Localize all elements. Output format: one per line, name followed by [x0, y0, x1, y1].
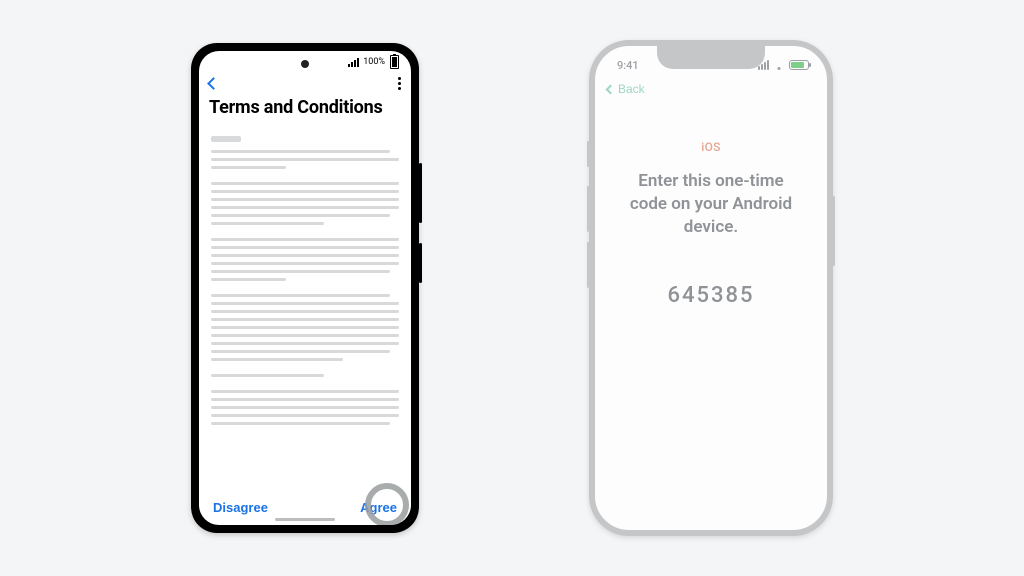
android-device: 100% Terms and Conditions [191, 43, 419, 533]
iphone-notch [657, 45, 765, 69]
back-label: Back [618, 82, 645, 96]
agree-button[interactable]: Agree [360, 500, 397, 515]
terms-placeholder-line [211, 198, 399, 201]
terms-placeholder-line [211, 302, 399, 305]
disagree-button[interactable]: Disagree [213, 500, 268, 515]
iphone-mute-switch [587, 141, 590, 167]
terms-placeholder-line [211, 318, 399, 321]
terms-placeholder-line [211, 422, 390, 425]
android-volume-button [419, 243, 422, 283]
terms-placeholder-line [211, 238, 399, 241]
page-title: Terms and Conditions [199, 97, 411, 126]
terms-placeholder-line [211, 390, 399, 393]
ios-nav-bar: Back [595, 76, 827, 102]
terms-placeholder-line [211, 182, 399, 185]
terms-placeholder-line [211, 246, 399, 249]
terms-placeholder-line [211, 358, 343, 361]
terms-placeholder-line [211, 310, 399, 313]
iphone-device: 9:41 Back iOS Enter this one-time code o… [589, 40, 833, 536]
terms-placeholder-line [211, 270, 390, 273]
terms-content[interactable] [199, 126, 411, 494]
android-power-button [419, 163, 422, 223]
terms-placeholder-line [211, 222, 324, 225]
terms-placeholder-line [211, 414, 399, 417]
ios-content: iOS Enter this one-time code on your And… [595, 102, 827, 530]
terms-placeholder-line [211, 158, 399, 161]
back-button[interactable]: Back [607, 82, 645, 96]
wifi-icon [773, 61, 785, 70]
terms-placeholder-line [211, 262, 399, 265]
android-screen: 100% Terms and Conditions [199, 51, 411, 525]
iphone-screen: 9:41 Back iOS Enter this one-time code o… [595, 46, 827, 530]
platform-label: iOS [701, 140, 721, 154]
terms-placeholder-line [211, 334, 399, 337]
chevron-left-icon [606, 84, 616, 94]
terms-placeholder-line [211, 398, 399, 401]
iphone-volume-up [587, 186, 590, 232]
terms-placeholder-line [211, 206, 399, 209]
battery-icon [789, 60, 809, 70]
terms-placeholder-line [211, 342, 399, 345]
terms-placeholder-line [211, 278, 286, 281]
terms-placeholder-heading [211, 136, 241, 142]
terms-placeholder-line [211, 294, 390, 297]
terms-placeholder-line [211, 374, 324, 377]
android-nav-bar [199, 73, 411, 97]
pairing-code: 645385 [667, 283, 754, 308]
terms-placeholder-line [211, 150, 390, 153]
terms-placeholder-line [211, 350, 390, 353]
more-options-icon[interactable] [398, 77, 401, 90]
back-icon[interactable] [207, 77, 220, 90]
terms-placeholder-line [211, 214, 390, 217]
android-home-indicator [275, 518, 335, 521]
instruction-text: Enter this one-time code on your Android… [621, 170, 801, 239]
android-camera-hole [301, 60, 309, 68]
battery-icon [390, 55, 399, 69]
terms-placeholder-line [211, 190, 399, 193]
iphone-side-button [832, 196, 835, 266]
battery-text: 100% [363, 57, 385, 67]
ios-status-time: 9:41 [617, 59, 639, 72]
signal-icon [348, 58, 359, 67]
terms-placeholder-line [211, 406, 399, 409]
iphone-volume-down [587, 242, 590, 288]
terms-placeholder-line [211, 254, 399, 257]
terms-placeholder-line [211, 166, 286, 169]
terms-placeholder-line [211, 326, 399, 329]
